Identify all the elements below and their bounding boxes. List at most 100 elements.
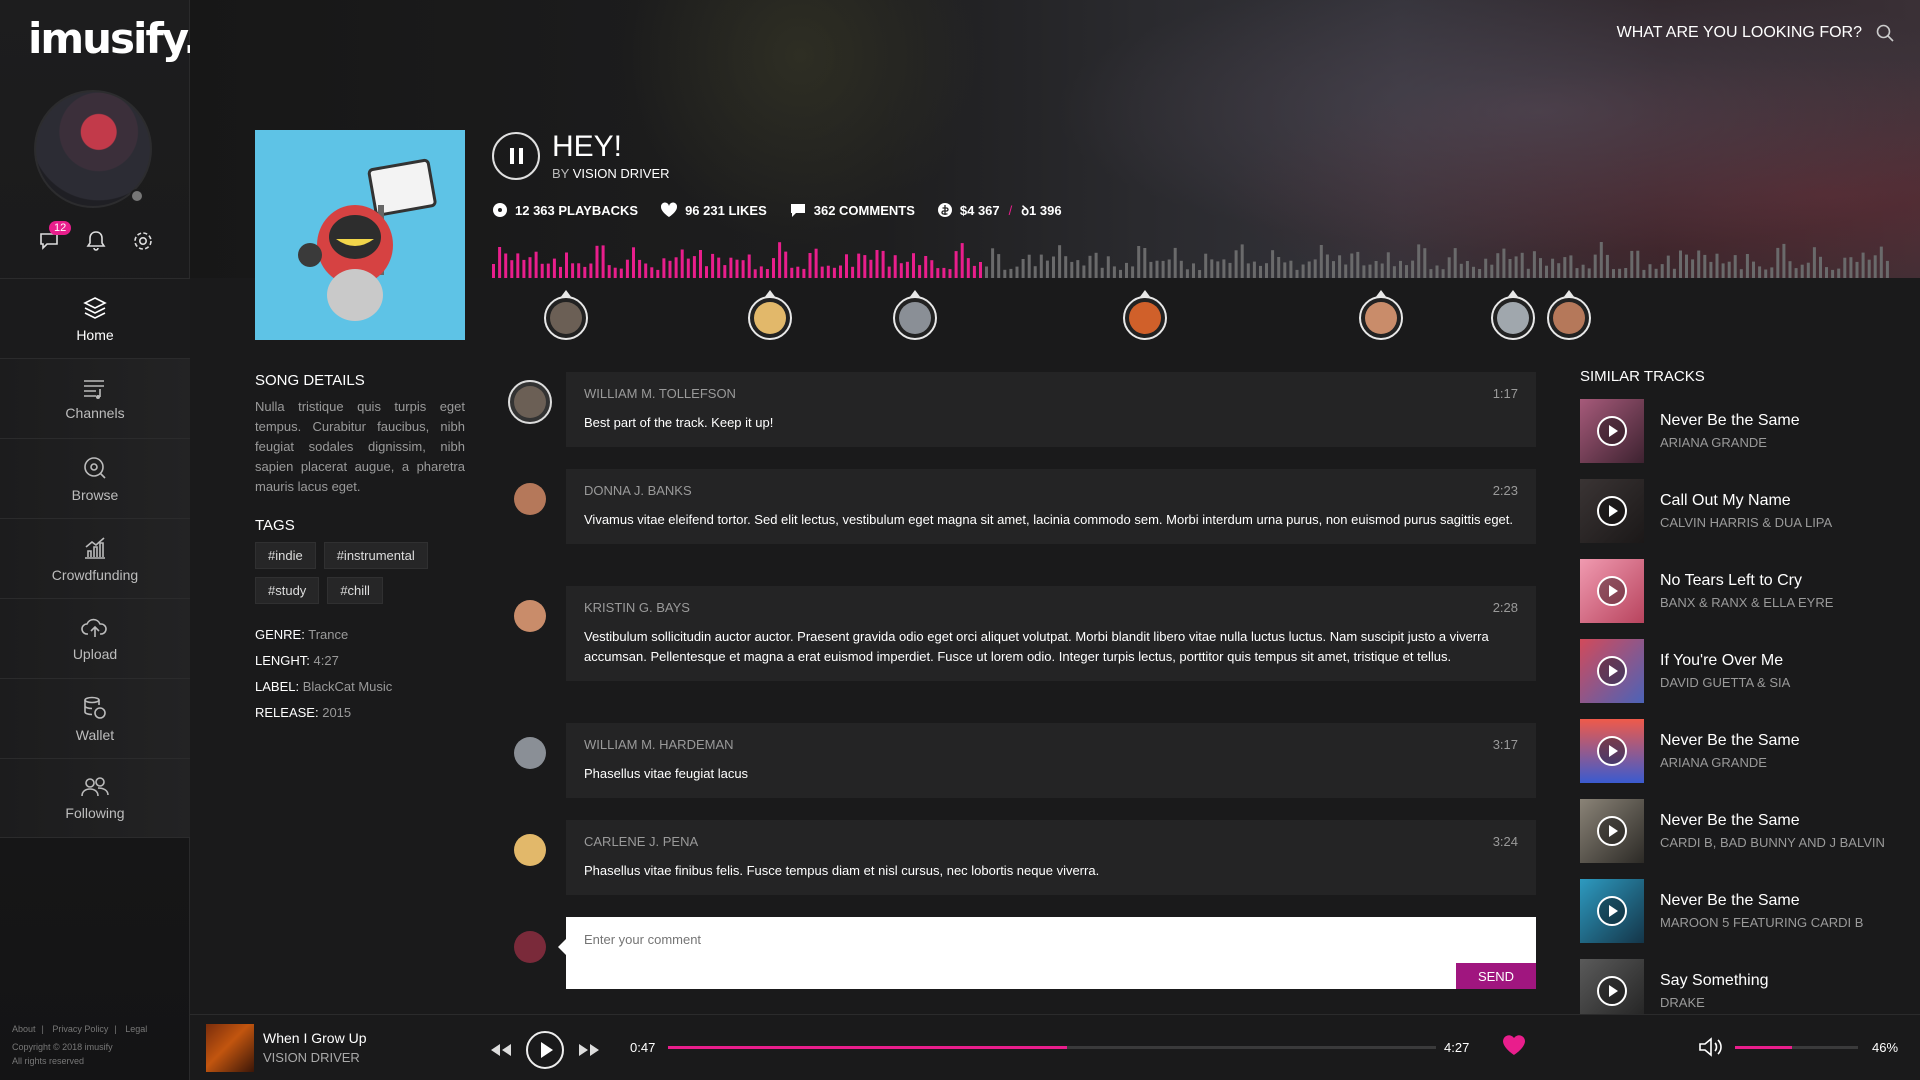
- tag[interactable]: #instrumental: [323, 542, 428, 569]
- track-item[interactable]: If You're Over Me DAVID GUETTA & SIA: [1580, 639, 1910, 703]
- track-artist[interactable]: MAROON 5 FEATURING CARDI B: [1660, 915, 1863, 930]
- likes-stat[interactable]: 96 231 LIKES: [660, 201, 767, 219]
- settings-button[interactable]: [130, 228, 156, 254]
- track-item[interactable]: Never Be the Same ARIANA GRANDE: [1580, 719, 1910, 783]
- nav-upload[interactable]: Upload: [0, 598, 190, 678]
- comment-time[interactable]: 3:17: [1493, 737, 1518, 752]
- tag[interactable]: #study: [255, 577, 320, 604]
- progress-bar[interactable]: [668, 1046, 1436, 1049]
- comment-marker[interactable]: [893, 290, 937, 340]
- comment-marker[interactable]: [1547, 290, 1591, 340]
- track-thumbnail[interactable]: [1580, 479, 1644, 543]
- track-title[interactable]: Never Be the Same: [1660, 412, 1800, 430]
- track-item[interactable]: Never Be the Same CARDI B, BAD BUNNY AND …: [1580, 799, 1910, 863]
- comment-time[interactable]: 2:28: [1493, 600, 1518, 615]
- comment-marker[interactable]: [1491, 290, 1535, 340]
- volume-slider[interactable]: [1735, 1046, 1858, 1049]
- search-icon[interactable]: [1876, 24, 1894, 42]
- tag[interactable]: #chill: [327, 577, 383, 604]
- track-item[interactable]: No Tears Left to Cry BANX & RANX & ELLA E…: [1580, 559, 1910, 623]
- rewind-icon[interactable]: [490, 1043, 512, 1057]
- play-icon[interactable]: [1597, 416, 1627, 446]
- volume-icon[interactable]: [1698, 1036, 1724, 1058]
- track-thumbnail[interactable]: [1580, 879, 1644, 943]
- track-title[interactable]: Call Out My Name: [1660, 492, 1832, 510]
- heart-icon[interactable]: [1502, 1034, 1526, 1056]
- comment-marker[interactable]: [1359, 290, 1403, 340]
- pause-button[interactable]: [492, 132, 540, 180]
- comment-marker[interactable]: [544, 290, 588, 340]
- track-artist[interactable]: ARIANA GRANDE: [1660, 435, 1800, 450]
- track-title[interactable]: No Tears Left to Cry: [1660, 572, 1833, 590]
- comment-author[interactable]: WILLIAM M. HARDEMAN: [584, 737, 734, 752]
- track-item[interactable]: Never Be the Same ARIANA GRANDE: [1580, 399, 1910, 463]
- track-thumbnail[interactable]: [1580, 799, 1644, 863]
- play-icon[interactable]: [1597, 816, 1627, 846]
- play-icon[interactable]: [1597, 576, 1627, 606]
- privacy-link[interactable]: Privacy Policy: [52, 1024, 108, 1034]
- track-item[interactable]: Call Out My Name CALVIN HARRIS & DUA LIPA: [1580, 479, 1910, 543]
- nav-home[interactable]: Home: [0, 278, 190, 358]
- track-thumbnail[interactable]: [1580, 559, 1644, 623]
- play-icon[interactable]: [1597, 736, 1627, 766]
- comment-time[interactable]: 2:23: [1493, 483, 1518, 498]
- now-playing-artist[interactable]: VISION DRIVER: [263, 1050, 360, 1065]
- play-icon[interactable]: [1597, 896, 1627, 926]
- send-button[interactable]: SEND: [1456, 963, 1536, 989]
- messages-button[interactable]: 12: [36, 221, 72, 254]
- song-artist[interactable]: VISION DRIVER: [573, 166, 670, 181]
- track-artist[interactable]: CARDI B, BAD BUNNY AND J BALVIN: [1660, 835, 1885, 850]
- comment-author[interactable]: CARLENE J. PENA: [584, 834, 698, 849]
- track-title[interactable]: Never Be the Same: [1660, 732, 1800, 750]
- nav-channels[interactable]: Channels: [0, 358, 190, 438]
- track-title[interactable]: If You're Over Me: [1660, 652, 1790, 670]
- comment-input[interactable]: [584, 932, 1518, 947]
- tag[interactable]: #indie: [255, 542, 316, 569]
- now-playing-title[interactable]: When I Grow Up: [263, 1030, 366, 1046]
- play-icon[interactable]: [1597, 656, 1627, 686]
- nav-wallet[interactable]: Wallet: [0, 678, 190, 758]
- comment-time[interactable]: 3:24: [1493, 834, 1518, 849]
- track-artist[interactable]: DRAKE: [1660, 995, 1769, 1010]
- comment-avatar[interactable]: [508, 594, 552, 638]
- nav-crowdfunding[interactable]: Crowdfunding: [0, 518, 190, 598]
- comment-avatar[interactable]: [508, 828, 552, 872]
- track-thumbnail[interactable]: [1580, 399, 1644, 463]
- waveform[interactable]: [492, 240, 1892, 278]
- track-thumbnail[interactable]: [1580, 719, 1644, 783]
- search-bar[interactable]: WHAT ARE YOU LOOKING FOR?: [1617, 24, 1894, 42]
- play-button[interactable]: [526, 1031, 564, 1069]
- fast-forward-icon[interactable]: [578, 1043, 600, 1057]
- comment-box[interactable]: SEND: [558, 917, 1536, 989]
- track-title[interactable]: Never Be the Same: [1660, 892, 1863, 910]
- track-artist[interactable]: CALVIN HARRIS & DUA LIPA: [1660, 515, 1832, 530]
- search-label[interactable]: WHAT ARE YOU LOOKING FOR?: [1617, 24, 1862, 42]
- comment-avatar[interactable]: [508, 731, 552, 775]
- track-item[interactable]: Never Be the Same MAROON 5 FEATURING CARD…: [1580, 879, 1910, 943]
- comment-marker[interactable]: [748, 290, 792, 340]
- track-artist[interactable]: BANX & RANX & ELLA EYRE: [1660, 595, 1833, 610]
- track-title[interactable]: Never Be the Same: [1660, 812, 1885, 830]
- comment-time[interactable]: 1:17: [1493, 386, 1518, 401]
- track-title[interactable]: Say Something: [1660, 972, 1769, 990]
- legal-link[interactable]: Legal: [125, 1024, 147, 1034]
- comment-marker[interactable]: [1123, 290, 1167, 340]
- track-thumbnail[interactable]: [1580, 639, 1644, 703]
- notifications-button[interactable]: [83, 228, 109, 254]
- play-icon[interactable]: [1597, 496, 1627, 526]
- track-item[interactable]: Say Something DRAKE: [1580, 959, 1910, 1014]
- track-artist[interactable]: ARIANA GRANDE: [1660, 755, 1800, 770]
- comment-author[interactable]: WILLIAM M. TOLLEFSON: [584, 386, 736, 401]
- comment-avatar[interactable]: [508, 477, 552, 521]
- comment-avatar[interactable]: [508, 380, 552, 424]
- comment-author[interactable]: KRISTIN G. BAYS: [584, 600, 690, 615]
- nav-browse[interactable]: Browse: [0, 438, 190, 518]
- track-thumbnail[interactable]: [1580, 959, 1644, 1014]
- comments-stat[interactable]: 362 COMMENTS: [789, 201, 915, 219]
- logo[interactable]: imusify.: [28, 14, 199, 63]
- about-link[interactable]: About: [12, 1024, 36, 1034]
- nav-following[interactable]: Following: [0, 758, 190, 838]
- now-playing-cover[interactable]: [206, 1024, 254, 1072]
- track-artist[interactable]: DAVID GUETTA & SIA: [1660, 675, 1790, 690]
- play-icon[interactable]: [1597, 976, 1627, 1006]
